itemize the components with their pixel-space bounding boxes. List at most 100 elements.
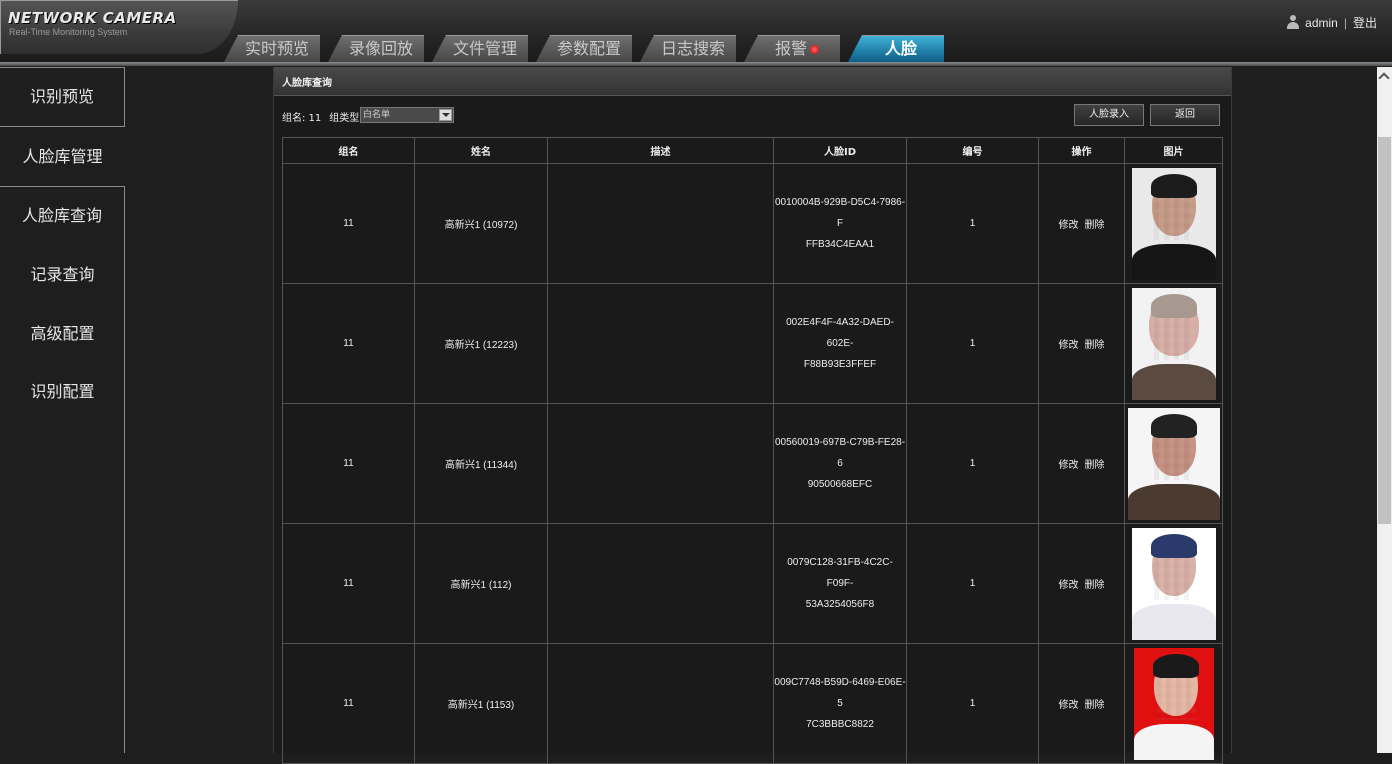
- top-bar: NETWORK CAMERA Real-Time Monitoring Syst…: [0, 0, 1392, 64]
- back-button[interactable]: 返回: [1150, 104, 1220, 126]
- cell-name: 高新兴1 (1153): [414, 643, 548, 764]
- filter-bar: 组名: 11 组类型:: [282, 109, 363, 124]
- cell-picture: [1124, 283, 1223, 404]
- panel-header: 人脸库查询: [274, 67, 1231, 96]
- logout-link[interactable]: 登出: [1353, 16, 1377, 30]
- column-header-name: 姓名: [414, 137, 548, 164]
- sidebar-item-recognition-preview[interactable]: 识别预览: [0, 67, 125, 127]
- table-row: 11 高新兴1 (12223) 002E4F4F-4A32-DAED-602E-…: [282, 283, 1223, 404]
- sidebar-divider: [124, 187, 125, 753]
- face-photo: [1131, 527, 1216, 640]
- cell-operations: 修改 删除: [1038, 643, 1125, 764]
- tab-file-management[interactable]: 文件管理: [432, 35, 528, 62]
- cell-name: 高新兴1 (11344): [414, 403, 548, 524]
- sidebar-item-face-library-management[interactable]: 人脸库管理: [0, 127, 125, 187]
- face-photo: [1127, 407, 1220, 520]
- table-header-row: 组名 姓名 描述 人脸ID 编号 操作 图片: [282, 137, 1223, 164]
- group-type-select[interactable]: 白名单: [360, 107, 454, 123]
- delete-link[interactable]: 删除: [1085, 340, 1105, 351]
- delete-link[interactable]: 删除: [1085, 460, 1105, 471]
- cell-picture: [1124, 403, 1223, 524]
- group-type-label: 组类型:: [329, 113, 363, 124]
- cell-group: 11: [282, 643, 415, 764]
- cell-face-id: 009C7748-B59D-6469-E06E-5 7C3BBBC8822: [773, 643, 907, 764]
- table-row: 11 高新兴1 (112) 0079C128-31FB-4C2C-F09F- 53…: [282, 523, 1223, 644]
- cell-description: [547, 403, 774, 524]
- logo-title: NETWORK CAMERA: [8, 9, 177, 27]
- scroll-up-arrow-icon[interactable]: [1377, 67, 1392, 84]
- cell-face-id: 00560019-697B-C79B-FE28-6 90500668EFC: [773, 403, 907, 524]
- tab-parameter-config[interactable]: 参数配置: [536, 35, 632, 62]
- user-separator: |: [1343, 16, 1347, 30]
- sidebar-item-record-query[interactable]: 记录查询: [0, 245, 125, 305]
- face-photo: [1133, 647, 1214, 760]
- edit-link[interactable]: 修改: [1059, 220, 1079, 231]
- cell-description: [547, 643, 774, 764]
- edit-link[interactable]: 修改: [1059, 700, 1079, 711]
- cell-group: 11: [282, 403, 415, 524]
- delete-link[interactable]: 删除: [1085, 220, 1105, 231]
- tab-log-search[interactable]: 日志搜索: [640, 35, 736, 62]
- tab-alarm[interactable]: 报警: [744, 35, 840, 62]
- scrollbar-thumb[interactable]: [1378, 137, 1391, 524]
- edit-link[interactable]: 修改: [1059, 340, 1079, 351]
- vertical-scrollbar[interactable]: [1377, 67, 1392, 753]
- cell-number: 1: [906, 403, 1039, 524]
- edit-link[interactable]: 修改: [1059, 580, 1079, 591]
- delete-link[interactable]: 删除: [1085, 700, 1105, 711]
- table-row: 11 高新兴1 (11344) 00560019-697B-C79B-FE28-…: [282, 403, 1223, 524]
- column-header-number: 编号: [906, 137, 1039, 164]
- face-photo: [1131, 287, 1216, 400]
- cell-picture: [1124, 643, 1223, 764]
- edit-link[interactable]: 修改: [1059, 460, 1079, 471]
- face-library-query-panel: 人脸库查询 组名: 11 组类型: 白名单 人脸录入 返回 组名 姓名 描述 人脸…: [273, 67, 1232, 764]
- cell-operations: 修改 删除: [1038, 403, 1125, 524]
- face-entry-button[interactable]: 人脸录入: [1074, 104, 1144, 126]
- tab-playback[interactable]: 录像回放: [328, 35, 424, 62]
- cell-number: 1: [906, 643, 1039, 764]
- chevron-down-icon[interactable]: [439, 109, 452, 121]
- cell-number: 1: [906, 523, 1039, 644]
- column-header-face-id: 人脸ID: [773, 137, 907, 164]
- table-row: 11 高新兴1 (10972) 0010004B-929B-D5C4-7986-…: [282, 163, 1223, 284]
- cell-picture: [1124, 163, 1223, 284]
- sidebar-item-face-library-query[interactable]: 人脸库查询: [0, 186, 125, 246]
- delete-link[interactable]: 删除: [1085, 580, 1105, 591]
- sidebar: 识别预览 人脸库管理 人脸库查询 记录查询 高级配置 识别配置: [0, 67, 125, 753]
- top-bar-divider: [0, 62, 1392, 66]
- tab-face[interactable]: 人脸: [848, 35, 944, 62]
- cell-name: 高新兴1 (10972): [414, 163, 548, 284]
- column-header-group: 组名: [282, 137, 415, 164]
- tab-live-preview[interactable]: 实时预览: [224, 35, 320, 62]
- user-area: admin | 登出: [1287, 14, 1377, 31]
- column-header-picture: 图片: [1124, 137, 1223, 164]
- cell-number: 1: [906, 163, 1039, 284]
- cell-group: 11: [282, 523, 415, 644]
- logo-subtitle: Real-Time Monitoring System: [9, 27, 128, 37]
- cell-name: 高新兴1 (112): [414, 523, 548, 644]
- cell-group: 11: [282, 283, 415, 404]
- face-table: 组名 姓名 描述 人脸ID 编号 操作 图片 11 高新兴1 (10972) 0…: [282, 137, 1223, 764]
- sidebar-item-advanced-config[interactable]: 高级配置: [0, 304, 125, 364]
- cell-operations: 修改 删除: [1038, 163, 1125, 284]
- user-icon: [1287, 15, 1300, 29]
- logo-panel: NETWORK CAMERA Real-Time Monitoring Syst…: [0, 0, 238, 54]
- group-name-label: 组名: 11: [282, 113, 322, 124]
- column-header-description: 描述: [547, 137, 774, 164]
- cell-description: [547, 523, 774, 644]
- cell-name: 高新兴1 (12223): [414, 283, 548, 404]
- cell-group: 11: [282, 163, 415, 284]
- panel-title: 人脸库查询: [282, 78, 332, 89]
- username: admin: [1305, 16, 1338, 30]
- sidebar-item-recognition-config[interactable]: 识别配置: [0, 362, 125, 422]
- cell-face-id: 0010004B-929B-D5C4-7986-F FFB34C4EAA1: [773, 163, 907, 284]
- table-row: 11 高新兴1 (1153) 009C7748-B59D-6469-E06E-5…: [282, 643, 1223, 764]
- cell-face-id: 0079C128-31FB-4C2C-F09F- 53A3254056F8: [773, 523, 907, 644]
- face-photo: [1131, 167, 1216, 280]
- column-header-operation: 操作: [1038, 137, 1125, 164]
- cell-number: 1: [906, 283, 1039, 404]
- cell-description: [547, 163, 774, 284]
- cell-operations: 修改 删除: [1038, 283, 1125, 404]
- cell-face-id: 002E4F4F-4A32-DAED-602E- F88B93E3FFEF: [773, 283, 907, 404]
- cell-picture: [1124, 523, 1223, 644]
